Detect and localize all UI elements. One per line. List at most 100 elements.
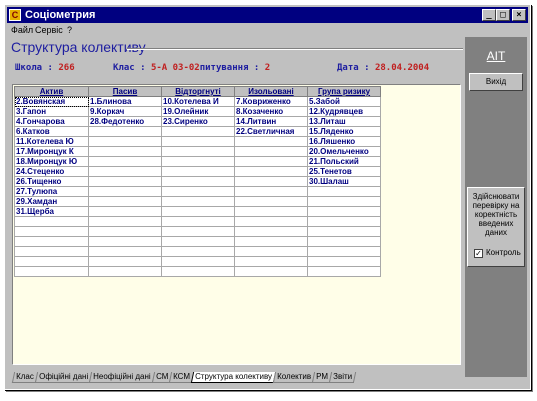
table-cell[interactable]: 18.Миронцук Ю [14,156,89,167]
table-cell[interactable] [88,156,162,167]
table-cell[interactable]: 26.Тищенко [14,176,89,187]
table-cell[interactable]: 5.Забой [307,96,381,107]
column-header[interactable]: Пасив [88,86,162,97]
table-cell[interactable] [88,266,162,277]
table-cell[interactable] [88,126,162,137]
table-cell[interactable]: 9.Коркач [88,106,162,117]
table-cell[interactable]: 17.Миронцук К [14,146,89,157]
minimize-button[interactable]: _ [482,9,496,21]
table-cell[interactable] [234,226,308,237]
menu-file[interactable]: Файл [11,25,33,35]
table-cell[interactable] [161,226,235,237]
table-cell[interactable] [88,216,162,227]
table-cell[interactable]: 12.Кудрявцев [307,106,381,117]
table-cell[interactable] [88,246,162,257]
table-cell[interactable] [161,266,235,277]
table-cell[interactable] [307,186,381,197]
table-cell[interactable] [88,166,162,177]
table-cell[interactable]: 22.Светличная [234,126,308,137]
table-cell[interactable] [234,216,308,227]
table-cell[interactable]: 29.Хамдан [14,196,89,207]
table-cell[interactable] [161,136,235,147]
table-cell[interactable] [88,176,162,187]
tab-reports[interactable]: Звіти [328,372,356,383]
table-cell[interactable] [161,156,235,167]
table-cell[interactable] [88,196,162,207]
table-cell[interactable] [234,206,308,217]
column-header[interactable]: Изольовані [234,86,308,97]
table-cell[interactable] [234,236,308,247]
table-cell[interactable] [234,196,308,207]
table-cell[interactable]: 13.Литаш [307,116,381,127]
table-cell[interactable]: 14.Литвин [234,116,308,127]
menu-service[interactable]: Сервіс [35,25,63,35]
table-cell[interactable]: 16.Ляшенко [307,136,381,147]
table-cell[interactable] [307,266,381,277]
table-cell[interactable] [161,216,235,227]
column-header[interactable]: Відторгнуті [161,86,235,97]
table-cell[interactable] [307,226,381,237]
table-cell[interactable] [14,216,89,227]
maximize-button[interactable]: □ [496,9,510,21]
table-cell[interactable] [307,256,381,267]
table-cell[interactable]: 27.Тулюпа [14,186,89,197]
table-cell[interactable] [234,136,308,147]
table-cell[interactable]: 6.Катков [14,126,89,137]
table-cell[interactable] [234,166,308,177]
table-cell[interactable] [234,156,308,167]
table-cell[interactable] [88,256,162,267]
table-cell[interactable]: 7.Ковриженко [234,96,308,107]
tab-collective[interactable]: Колектив [272,372,315,383]
menu-help[interactable]: ? [67,25,72,35]
table-cell[interactable]: 10.Котелева И [161,96,235,107]
table-cell[interactable]: 1.Блинова [88,96,162,107]
control-checkbox[interactable]: ✓ [474,249,483,258]
table-cell[interactable] [234,246,308,257]
table-cell[interactable] [161,196,235,207]
tab-collective-structure[interactable]: Структура колективу [190,372,276,383]
table-cell[interactable]: 2.Вовянская [14,96,89,107]
table-cell[interactable]: 15.Ляденко [307,126,381,137]
table-cell[interactable]: 4.Гончарова [14,116,89,127]
table-cell[interactable] [161,246,235,257]
table-cell[interactable] [234,256,308,267]
table-cell[interactable] [88,226,162,237]
table-cell[interactable] [161,236,235,247]
table-cell[interactable] [14,226,89,237]
table-cell[interactable] [234,186,308,197]
table-cell[interactable]: 11.Котелева Ю [14,136,89,147]
exit-button[interactable]: Вихід [469,73,523,91]
table-cell[interactable]: 21.Польский [307,156,381,167]
column-header[interactable]: Актив [14,86,89,97]
tab-official-data[interactable]: Офіційні дані [34,372,93,383]
table-cell[interactable] [161,186,235,197]
table-cell[interactable] [307,246,381,257]
table-cell[interactable]: 28.Федотенко [88,116,162,127]
table-cell[interactable]: 25.Тенетов [307,166,381,177]
table-cell[interactable] [307,236,381,247]
tab-unofficial-data[interactable]: Неофіційні дані [88,372,155,383]
table-cell[interactable] [14,236,89,247]
table-cell[interactable] [14,256,89,267]
table-cell[interactable]: 8.Козаченко [234,106,308,117]
table-cell[interactable]: 23.Сиренко [161,116,235,127]
table-cell[interactable] [161,176,235,187]
table-cell[interactable] [14,266,89,277]
table-cell[interactable]: 30.Шалаш [307,176,381,187]
table-cell[interactable] [161,126,235,137]
table-cell[interactable] [88,136,162,147]
app-icon[interactable]: С [9,9,21,21]
table-cell[interactable] [234,146,308,157]
table-cell[interactable] [161,166,235,177]
table-cell[interactable] [161,146,235,157]
table-cell[interactable] [307,206,381,217]
table-cell[interactable] [88,186,162,197]
table-cell[interactable] [88,146,162,157]
table-cell[interactable] [88,236,162,247]
table-cell[interactable] [234,176,308,187]
table-cell[interactable]: 20.Омельченко [307,146,381,157]
table-cell[interactable]: 3.Гапон [14,106,89,117]
table-cell[interactable] [307,196,381,207]
table-cell[interactable]: 24.Стеценко [14,166,89,177]
table-cell[interactable]: 19.Олейник [161,106,235,117]
